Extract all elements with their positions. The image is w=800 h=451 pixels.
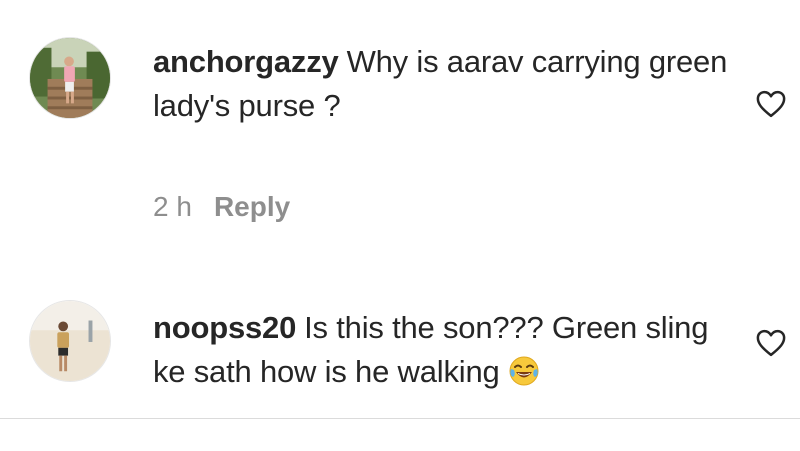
like-button[interactable] (756, 90, 786, 118)
divider (0, 418, 800, 419)
comment-username[interactable]: anchorgazzy (153, 44, 339, 79)
heart-outline-icon (756, 90, 786, 118)
face-with-tears-of-joy-emoji (508, 355, 540, 387)
comment-item: anchorgazzy Why is aarav carrying green l… (0, 0, 800, 250)
avatar-photo-icon (30, 38, 110, 118)
heart-outline-icon (756, 329, 786, 357)
comment-text-block: anchorgazzy Why is aarav carrying green l… (153, 40, 733, 128)
comment-item: noopss20 Is this the son??? Green sling k… (0, 290, 800, 418)
comment-meta: 2 h Reply (153, 189, 290, 225)
commenter-avatar[interactable] (29, 37, 111, 119)
commenter-avatar[interactable] (29, 300, 111, 382)
reply-button[interactable]: Reply (214, 191, 290, 222)
comment-username[interactable]: noopss20 (153, 310, 296, 345)
like-button[interactable] (756, 329, 786, 357)
avatar-photo-icon (30, 301, 110, 381)
comment-timestamp: 2 h (153, 191, 192, 222)
comment-text-block: noopss20 Is this the son??? Green sling k… (153, 306, 733, 394)
